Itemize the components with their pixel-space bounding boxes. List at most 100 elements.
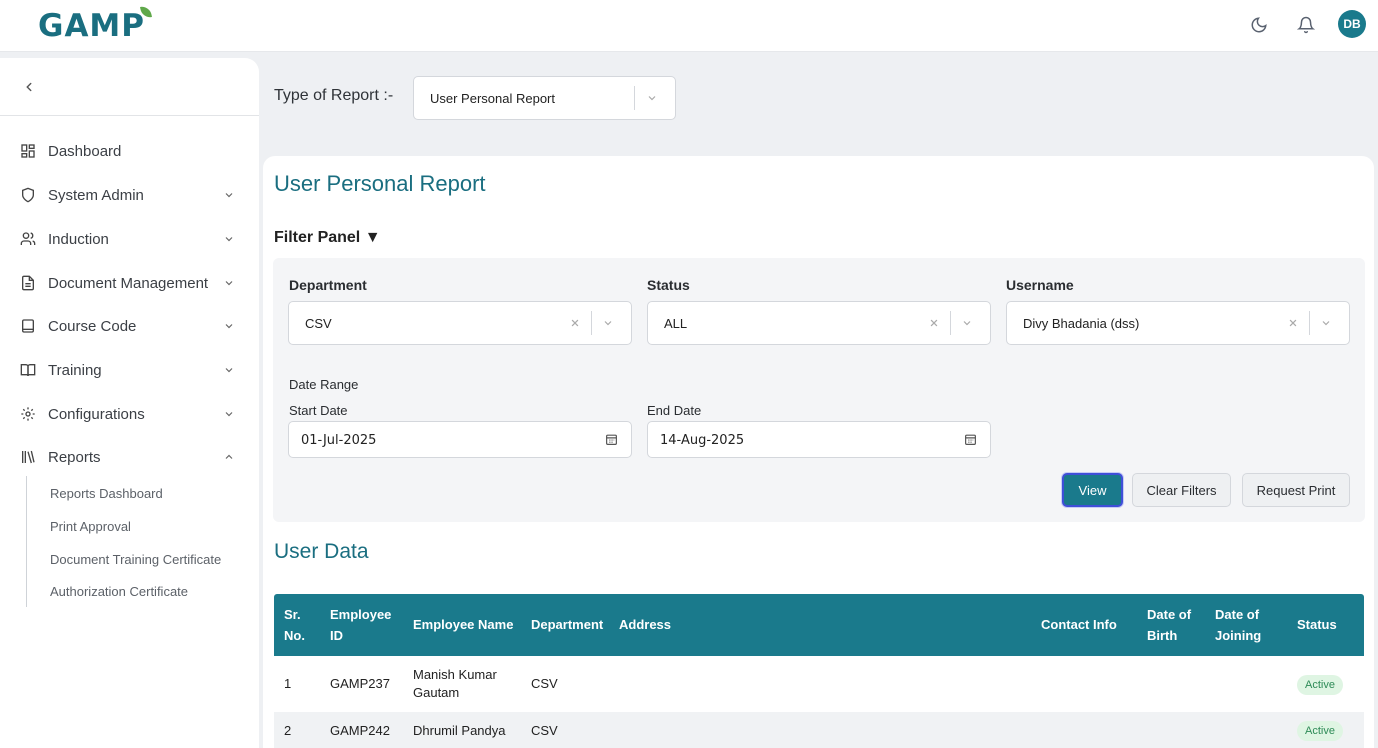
chevron-left-icon[interactable]	[20, 78, 38, 96]
chevron-down-icon	[222, 276, 236, 290]
chevron-down-icon	[222, 319, 236, 333]
col-sr-line2: No.	[284, 628, 305, 643]
end-date-input[interactable]: 14-Aug-2025	[647, 421, 991, 458]
cell-name-line2: Gautam	[413, 685, 460, 700]
table-row[interactable]: 2 GAMP242 Dhrumil Pandya CSV Active	[274, 712, 1364, 748]
user-data-title: User Data	[274, 540, 369, 563]
cell-department: CSV	[531, 676, 558, 691]
top-header: GAMP DB	[0, 0, 1378, 52]
sidebar-item-document-management[interactable]: Document Management	[0, 263, 259, 303]
table-row[interactable]: 1 GAMP237 Manish Kumar Gautam CSV Active	[274, 656, 1364, 712]
sidebar-item-label: System Admin	[48, 186, 144, 204]
select-separator	[950, 311, 951, 335]
chevron-up-icon	[222, 450, 236, 464]
status-label: Status	[647, 277, 690, 293]
table-header: Sr. No. Employee ID Employee Name Depart…	[274, 594, 1364, 656]
cell-employee-id: GAMP237	[330, 676, 390, 691]
username-select[interactable]: Divy Bhadania (dss)	[1006, 301, 1350, 345]
username-label: Username	[1006, 277, 1074, 293]
calendar-icon[interactable]	[964, 433, 978, 447]
clear-icon[interactable]	[569, 317, 581, 329]
sidebar-subitem-authorization-certificate[interactable]: Authorization Certificate	[50, 584, 188, 599]
clear-icon[interactable]	[1287, 317, 1299, 329]
col-employee-name[interactable]: Employee Name	[413, 614, 513, 635]
start-date-label: Start Date	[289, 403, 348, 418]
shield-icon	[19, 186, 37, 204]
status-select[interactable]: ALL	[647, 301, 991, 345]
sidebar-item-label: Course Code	[48, 317, 137, 335]
chevron-down-icon[interactable]	[601, 316, 615, 330]
sidebar-item-reports[interactable]: Reports	[0, 437, 259, 477]
username-value: Divy Bhadania (dss)	[1023, 315, 1140, 331]
sidebar-subitem-print-approval[interactable]: Print Approval	[50, 519, 131, 534]
sidebar-item-label: Configurations	[48, 405, 145, 423]
calendar-icon[interactable]	[605, 433, 619, 447]
sidebar-subitem-document-training-certificate[interactable]: Document Training Certificate	[50, 552, 221, 567]
cell-employee-id: GAMP242	[330, 723, 390, 738]
sidebar-item-label: Dashboard	[48, 142, 122, 160]
logo-text: GAMP	[38, 8, 146, 44]
col-address[interactable]: Address	[619, 614, 671, 635]
sidebar: Dashboard System Admin Induction Documen…	[0, 58, 259, 748]
sidebar-item-course-code[interactable]: Course Code	[0, 306, 259, 346]
sidebar-item-label: Document Management	[48, 274, 209, 292]
page-title: User Personal Report	[274, 171, 486, 196]
col-dob-line1: Date of	[1147, 607, 1192, 622]
col-contact-info[interactable]: Contact Info	[1041, 614, 1117, 635]
col-employee-id-line2: ID	[330, 628, 343, 643]
start-date-input[interactable]: 01-Jul-2025	[288, 421, 632, 458]
gear-icon	[19, 405, 37, 423]
clear-filters-button[interactable]: Clear Filters	[1132, 473, 1231, 507]
sidebar-item-label: Induction	[48, 230, 109, 248]
status-value: ALL	[664, 315, 688, 331]
col-employee-id[interactable]: Employee ID	[330, 604, 391, 646]
sidebar-item-induction[interactable]: Induction	[0, 219, 259, 259]
chevron-down-icon	[222, 232, 236, 246]
chevron-down-icon	[222, 407, 236, 421]
sidebar-item-training[interactable]: Training	[0, 350, 259, 390]
view-button[interactable]: View	[1062, 473, 1123, 507]
end-date-value: 14-Aug-2025	[660, 433, 745, 448]
sidebar-item-system-admin[interactable]: System Admin	[0, 175, 259, 215]
request-print-button[interactable]: Request Print	[1242, 473, 1350, 507]
cell-employee-name: Dhrumil Pandya	[413, 723, 506, 738]
grid-icon	[19, 142, 37, 160]
sidebar-item-configurations[interactable]: Configurations	[0, 394, 259, 434]
open-book-icon	[19, 361, 37, 379]
col-date-of-birth[interactable]: Date of Birth	[1147, 604, 1191, 646]
users-icon	[19, 230, 37, 248]
bell-icon[interactable]	[1295, 14, 1317, 36]
department-select[interactable]: CSV	[288, 301, 632, 345]
start-date-value: 01-Jul-2025	[301, 433, 377, 448]
moon-icon[interactable]	[1248, 14, 1270, 36]
chevron-down-icon[interactable]	[960, 316, 974, 330]
sidebar-divider	[0, 115, 259, 116]
sidebar-item-dashboard[interactable]: Dashboard	[0, 131, 259, 171]
submenu-line	[26, 476, 27, 607]
col-sr[interactable]: Sr. No.	[284, 604, 305, 646]
col-status[interactable]: Status	[1297, 614, 1337, 635]
brand-logo[interactable]: GAMP	[38, 5, 155, 44]
filter-panel-toggle[interactable]: Filter Panel ▼	[274, 229, 381, 247]
sidebar-subitem-reports-dashboard[interactable]: Reports Dashboard	[50, 486, 163, 501]
chevron-down-icon[interactable]	[1319, 316, 1333, 330]
cell-department: CSV	[531, 723, 558, 738]
select-separator	[634, 86, 635, 110]
chevron-down-icon[interactable]	[645, 91, 659, 105]
avatar[interactable]: DB	[1338, 10, 1366, 38]
col-department[interactable]: Department	[531, 614, 603, 635]
sidebar-item-label: Training	[48, 361, 102, 379]
book-icon	[19, 317, 37, 335]
report-type-select[interactable]: User Personal Report	[413, 76, 676, 120]
select-separator	[591, 311, 592, 335]
col-date-of-joining[interactable]: Date of Joining	[1215, 604, 1261, 646]
col-employee-id-line1: Employee	[330, 607, 392, 622]
col-doj-line1: Date of	[1215, 607, 1260, 622]
report-type-value: User Personal Report	[430, 90, 555, 106]
end-date-label: End Date	[647, 403, 702, 418]
clear-icon[interactable]	[928, 317, 940, 329]
cell-sr: 2	[284, 723, 292, 738]
status-badge: Active	[1297, 675, 1343, 695]
cell-employee-name: Manish Kumar Gautam	[413, 666, 497, 702]
department-value: CSV	[305, 315, 332, 331]
